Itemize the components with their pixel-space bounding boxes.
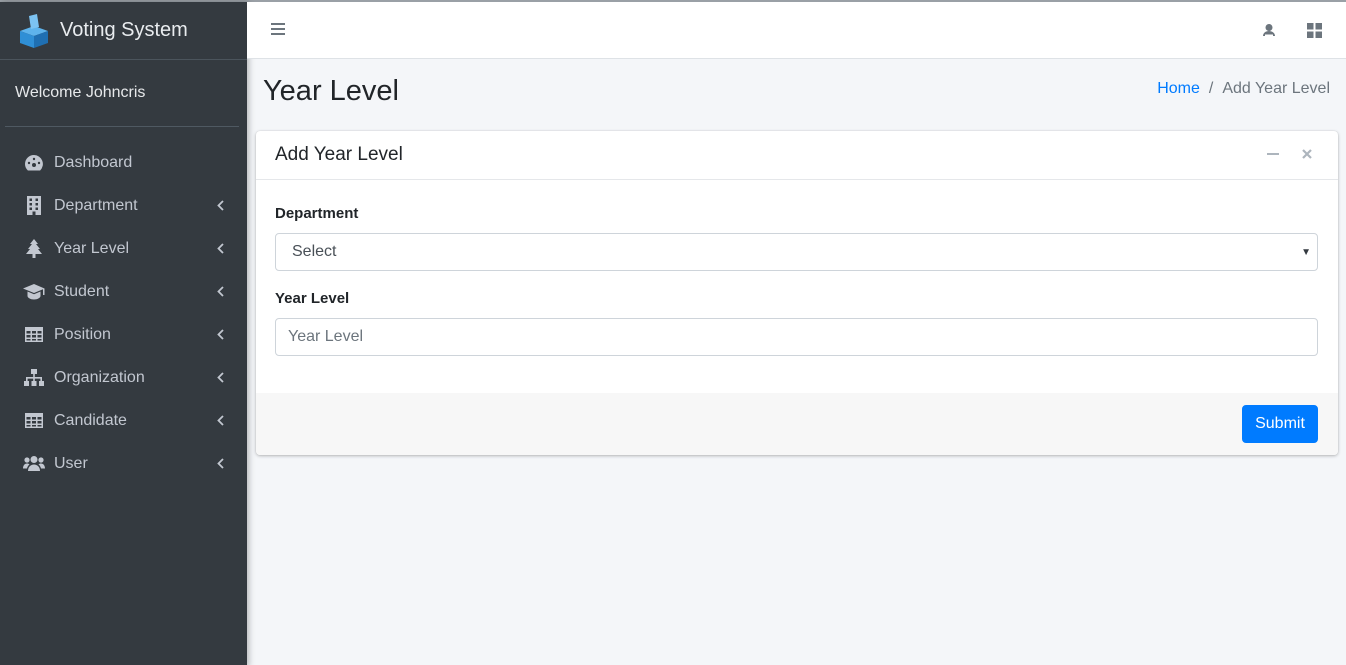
welcome-text: Welcome Johncris — [5, 60, 239, 127]
breadcrumb: Home / Add Year Level — [1157, 80, 1330, 98]
card-body: Department Select ▼ Year Level — [256, 180, 1338, 356]
close-icon[interactable] — [1301, 148, 1313, 160]
chevron-left-icon — [215, 200, 225, 212]
sidebar-item-label: Candidate — [54, 411, 127, 429]
department-select-value: Select — [292, 243, 337, 260]
sidebar-item-dashboard[interactable]: Dashboard — [0, 141, 247, 184]
department-label: Department — [275, 205, 359, 222]
breadcrumb-home-link[interactable]: Home — [1157, 80, 1200, 98]
sidebar-item-label: Dashboard — [54, 153, 133, 171]
sidebar-item-user[interactable]: User — [0, 442, 247, 485]
ballot-box-logo-icon — [20, 13, 48, 48]
top-navbar — [247, 2, 1346, 59]
sidebar-item-department[interactable]: Department — [0, 184, 247, 227]
sidebar-item-year-level[interactable]: Year Level — [0, 227, 247, 270]
card-footer: Submit — [256, 393, 1338, 455]
sidebar-item-label: User — [54, 454, 88, 472]
year-level-input[interactable] — [275, 318, 1318, 356]
breadcrumb-separator: / — [1208, 80, 1214, 97]
year-level-label: Year Level — [275, 290, 350, 307]
sidebar-item-candidate[interactable]: Candidate — [0, 399, 247, 442]
brand-title: Voting System — [60, 19, 188, 41]
table-icon — [23, 411, 45, 431]
add-year-level-card: Add Year Level Department Select ▼ Year … — [256, 131, 1338, 455]
brand[interactable]: Voting System — [0, 2, 247, 60]
submit-button[interactable]: Submit — [1242, 405, 1318, 443]
graduation-cap-icon — [23, 282, 45, 302]
minimize-icon[interactable] — [1267, 148, 1279, 160]
sidebar-item-label: Year Level — [54, 239, 130, 257]
user-icon[interactable] — [1262, 23, 1276, 37]
dashboard-icon — [23, 153, 45, 173]
sidebar-item-label: Organization — [54, 368, 145, 386]
card-header: Add Year Level — [256, 131, 1338, 180]
users-icon — [23, 454, 45, 474]
sidebar-nav: Dashboard Department Year Level Student — [0, 141, 247, 485]
card-title: Add Year Level — [275, 144, 403, 165]
sidebar-item-label: Position — [54, 325, 111, 343]
chevron-left-icon — [215, 415, 225, 427]
sidebar: Voting System Welcome Johncris Dashboard… — [0, 2, 247, 665]
chevron-left-icon — [215, 458, 225, 470]
sidebar-item-student[interactable]: Student — [0, 270, 247, 313]
breadcrumb-current: Add Year Level — [1222, 80, 1330, 97]
caret-down-icon: ▼ — [1301, 247, 1311, 258]
sidebar-item-label: Department — [54, 196, 138, 214]
page-title: Year Level — [263, 75, 399, 107]
table-icon — [23, 325, 45, 345]
sitemap-icon — [23, 368, 45, 388]
grid-apps-icon[interactable] — [1307, 23, 1322, 38]
chevron-left-icon — [215, 243, 225, 255]
sidebar-item-position[interactable]: Position — [0, 313, 247, 356]
building-icon — [23, 196, 45, 216]
sidebar-item-label: Student — [54, 282, 110, 300]
chevron-left-icon — [215, 329, 225, 341]
tree-icon — [23, 239, 45, 259]
department-select[interactable]: Select ▼ — [275, 233, 1318, 271]
chevron-left-icon — [215, 286, 225, 298]
sidebar-item-organization[interactable]: Organization — [0, 356, 247, 399]
menu-toggle-icon[interactable] — [271, 23, 285, 36]
chevron-left-icon — [215, 372, 225, 384]
